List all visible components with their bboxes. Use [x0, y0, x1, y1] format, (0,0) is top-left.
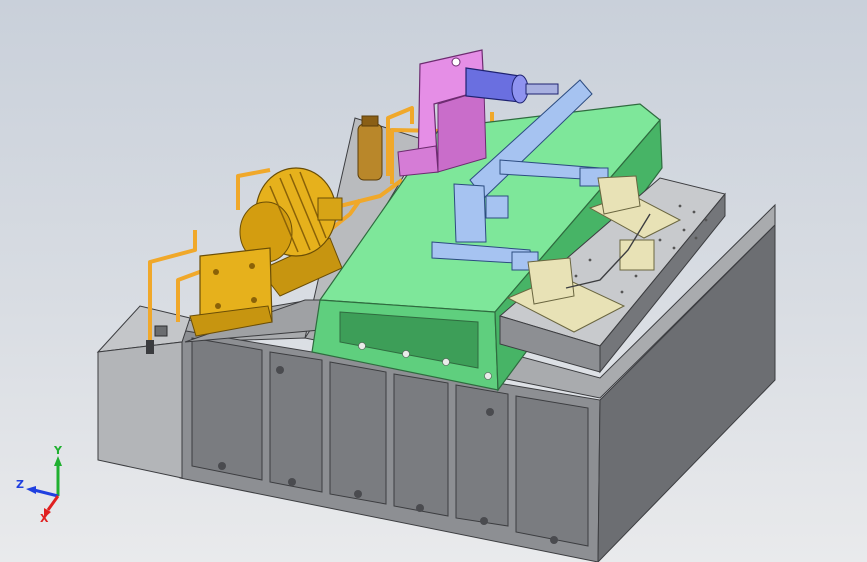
z-axis-label: Z	[16, 478, 24, 491]
y-axis-label: Y	[53, 444, 63, 457]
link-block	[485, 195, 509, 219]
tank-valve	[146, 340, 154, 354]
z-axis-arrow-icon	[26, 486, 36, 494]
motor-terminal-box	[317, 197, 343, 221]
fixture-body-left	[527, 257, 575, 305]
bracket-bolt	[451, 57, 461, 67]
bracket-side	[437, 89, 487, 173]
accumulator[interactable]	[357, 115, 383, 181]
cylinder-rod	[525, 83, 559, 95]
y-axis-arrow-icon	[54, 456, 62, 466]
orientation-triad[interactable]: Y Z X	[14, 444, 84, 524]
hydraulic-tank[interactable]	[96, 305, 191, 479]
hydraulic-cylinder[interactable]	[465, 67, 559, 104]
z-axis-line	[33, 488, 59, 498]
accumulator-body	[357, 123, 383, 181]
x-axis-label: X	[40, 512, 49, 524]
hydraulic-test-rig-model[interactable]	[0, 0, 867, 562]
tank-front	[97, 341, 183, 479]
fixture-block-center	[619, 239, 655, 271]
accumulator-cap	[361, 115, 379, 127]
vertical-link	[453, 183, 487, 243]
pump-bracket[interactable]	[189, 247, 273, 337]
cad-viewport[interactable]: Y Z X	[0, 0, 867, 562]
tank-filler-cap	[154, 325, 168, 337]
x-axis-line	[46, 495, 60, 511]
